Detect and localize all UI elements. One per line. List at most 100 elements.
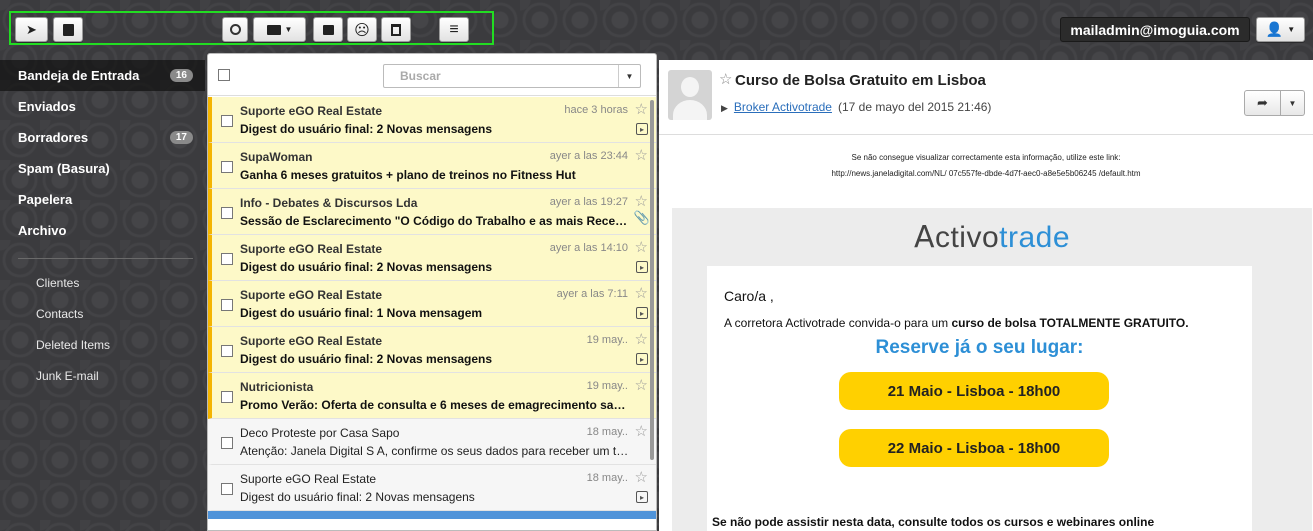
sidebar-divider (18, 258, 193, 259)
message-checkbox[interactable] (221, 115, 233, 127)
message-date: 19 may.. (586, 334, 628, 346)
message-meta: ▶ Broker Activotrade (17 de mayo del 2015 … (721, 100, 991, 114)
document-icon: ▸ (636, 491, 648, 503)
document-icon: ▸ (636, 353, 648, 365)
message-sender: SupaWoman (240, 150, 313, 164)
refresh-icon (229, 24, 241, 35)
message-checkbox[interactable] (221, 253, 233, 265)
account-email[interactable]: mailadmin@imoguia.com (1060, 17, 1250, 42)
message-subject: Digest do usuário final: 2 Novas mensage… (240, 490, 475, 504)
star-icon[interactable]: ☆ (635, 100, 648, 118)
star-icon[interactable]: ☆ (635, 192, 648, 210)
reply-button[interactable]: ➦ (1244, 90, 1281, 116)
trash-icon (391, 23, 401, 36)
folder-item-contacts[interactable]: Contacts (0, 298, 205, 329)
folder-item-junk-email[interactable]: Junk E-mail (0, 360, 205, 391)
compose-button[interactable]: ➤ (15, 17, 48, 42)
sidebar-item-inbox[interactable]: Bandeja de Entrada 16 (0, 60, 205, 91)
message-date: 18 may.. (586, 426, 628, 438)
message-checkbox[interactable] (221, 345, 233, 357)
message-checkbox[interactable] (221, 207, 233, 219)
avatar (668, 70, 712, 120)
list-item[interactable]: Suporte eGO Real Estate ayer a las 14:10 ☆… (208, 235, 656, 281)
message-date: 19 may.. (586, 380, 628, 392)
sidebar-item-label: Spam (Basura) (18, 161, 110, 176)
archive-button[interactable] (313, 17, 343, 42)
list-item[interactable]: Suporte eGO Real Estate hace 3 horas ☆ Dige… (208, 97, 656, 143)
spam-button[interactable]: ☹ (347, 17, 377, 42)
folder-item-clientes[interactable]: Clientes (0, 267, 205, 298)
contacts-button[interactable] (53, 17, 83, 42)
star-icon[interactable]: ☆ (635, 468, 648, 486)
message-date: hace 3 horas (564, 104, 628, 116)
message-header: ☆ Curso de Bolsa Gratuito em Lisboa ▶ Bro… (659, 60, 1313, 135)
reply-options-button[interactable]: ▼ (1281, 90, 1305, 116)
star-icon[interactable]: ☆ (635, 238, 648, 256)
message-checkbox[interactable] (221, 483, 233, 495)
message-list: Buscar ▼ Suporte eGO Real Estate hace 3 h… (207, 53, 657, 531)
message-date: ayer a las 14:10 (549, 242, 628, 254)
message-checkbox[interactable] (221, 391, 233, 403)
search-input[interactable]: Buscar ▼ (383, 64, 641, 88)
star-icon[interactable]: ☆ (635, 376, 648, 394)
session-21-may-button[interactable]: 21 Maio - Lisboa - 18h00 (839, 372, 1109, 410)
sidebar-item-label: Enviados (18, 99, 76, 114)
message-checkbox[interactable] (221, 437, 233, 449)
list-item[interactable]: Suporte eGO Real Estate ayer a las 7:11 ☆ D… (208, 281, 656, 327)
sidebar-item-drafts[interactable]: Borradores 17 (0, 122, 205, 153)
list-item[interactable]: Info - Debates & Discursos Lda ayer a las… (208, 189, 656, 235)
view-online-notice: Se não consegue visualizar correctamente… (851, 153, 1121, 162)
sidebar-item-sent[interactable]: Enviados (0, 91, 205, 122)
list-item[interactable]: Deco Proteste por Casa Sapo 18 may.. ☆ Aten… (208, 419, 656, 465)
list-item[interactable]: Suporte eGO Real Estate 18 may.. ☆ Digest d… (208, 465, 656, 511)
newsletter-box: Activotrade Caro/a , A corretora Activot… (672, 208, 1312, 531)
list-scrollbar[interactable] (650, 100, 654, 460)
search-options-button[interactable]: ▼ (618, 65, 640, 87)
message-sender: Suporte eGO Real Estate (240, 334, 383, 348)
bottom-text: Se não pode assistir nesta data, consult… (712, 515, 1155, 529)
select-all-checkbox[interactable] (218, 68, 230, 81)
sidebar-item-label: Bandeja de Entrada (18, 68, 140, 83)
message-subject: Digest do usuário final: 1 Nova mensagem (240, 306, 483, 320)
sender-link[interactable]: Broker Activotrade (734, 100, 832, 114)
sidebar-item-archive[interactable]: Archivo (0, 215, 205, 246)
message-checkbox[interactable] (221, 161, 233, 173)
selected-list-item[interactable] (208, 511, 656, 519)
more-button[interactable]: ≡ (439, 17, 469, 42)
document-icon: ▸ (636, 123, 648, 135)
star-icon[interactable]: ☆ (635, 146, 648, 164)
chevron-down-icon: ▼ (625, 71, 634, 81)
address-book-icon (62, 23, 74, 36)
message-subject: Atenção: Janela Digital S A, confirme os… (240, 444, 632, 458)
chevron-down-icon: ▼ (284, 25, 293, 34)
star-icon[interactable]: ☆ (635, 284, 648, 302)
unread-count-badge: 16 (169, 69, 193, 82)
expand-triangle-icon[interactable]: ▶ (721, 103, 728, 113)
message-sender: Suporte eGO Real Estate (240, 288, 383, 302)
message-sender: Suporte eGO Real Estate (240, 472, 377, 486)
document-icon: ▸ (636, 261, 648, 273)
session-22-may-button[interactable]: 22 Maio - Lisboa - 18h00 (839, 429, 1109, 467)
reply-button-group: ➦ ▼ (1244, 90, 1305, 116)
delete-button[interactable] (381, 17, 411, 42)
sidebar-item-trash[interactable]: Papelera (0, 184, 205, 215)
star-icon[interactable]: ☆ (635, 330, 648, 348)
view-online-link[interactable]: http://news.janeladigital.com/NL/ 07c557… (659, 169, 1313, 178)
list-item[interactable]: Nutricionista 19 may.. ☆ Promo Verão: Ofert… (208, 373, 656, 419)
star-icon[interactable]: ☆ (719, 70, 732, 88)
star-icon[interactable]: ☆ (635, 422, 648, 440)
chevron-down-icon: ▼ (1287, 25, 1296, 34)
message-checkbox[interactable] (221, 299, 233, 311)
account-menu-button[interactable]: 👤 ▼ (1256, 17, 1305, 42)
list-item[interactable]: SupaWoman ayer a las 23:44 ☆ Ganha 6 meses … (208, 143, 656, 189)
move-folder-button[interactable]: ▼ (253, 17, 306, 42)
folder-item-deleted-items[interactable]: Deleted Items (0, 329, 205, 360)
message-sender: Info - Debates & Discursos Lda (240, 196, 418, 210)
list-item[interactable]: Suporte eGO Real Estate 19 may.. ☆ Digest d… (208, 327, 656, 373)
sidebar-item-label: Papelera (18, 192, 73, 207)
message-date: ayer a las 23:44 (549, 150, 628, 162)
refresh-button[interactable] (222, 17, 248, 42)
message-sender: Deco Proteste por Casa Sapo (240, 426, 400, 440)
message-title: Curso de Bolsa Gratuito em Lisboa (735, 72, 986, 89)
sidebar-item-spam[interactable]: Spam (Basura) (0, 153, 205, 184)
